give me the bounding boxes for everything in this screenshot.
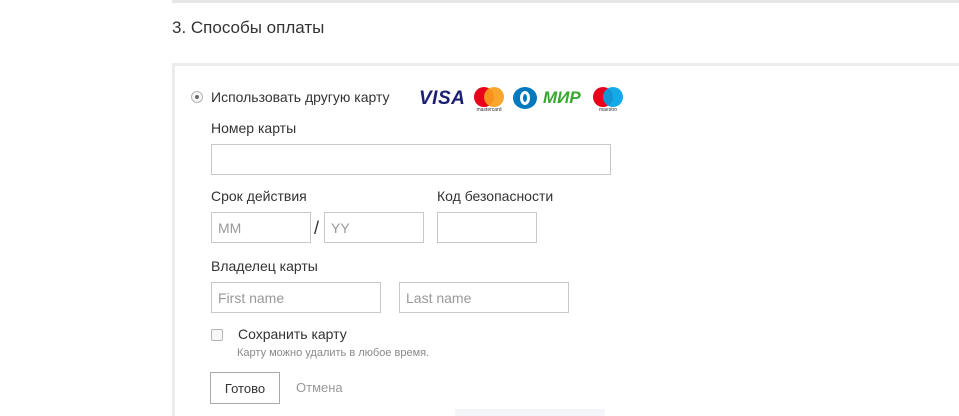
mir-logo: МИР <box>543 88 581 107</box>
security-code-input[interactable] <box>437 212 537 243</box>
security-code-label: Код безопасности <box>437 188 554 204</box>
cancel-link[interactable]: Отмена <box>296 380 343 395</box>
use-other-card-label[interactable]: Использовать другую карту <box>211 89 390 105</box>
diners-club-logo <box>513 87 537 109</box>
save-card-label[interactable]: Сохранить карту <box>238 326 347 342</box>
mastercard-caption: mastercard <box>476 107 502 113</box>
save-card-checkbox[interactable] <box>211 329 223 341</box>
use-other-card-radio[interactable] <box>191 91 203 103</box>
maestro-logo: maestro <box>591 87 625 115</box>
first-name-input[interactable]: First name <box>211 282 381 313</box>
expiry-label: Срок действия <box>211 188 307 204</box>
expiry-month-input[interactable]: MM <box>211 212 311 243</box>
mastercard-logo: mastercard <box>472 87 506 115</box>
done-button[interactable]: Готово <box>210 372 280 404</box>
expiry-separator: / <box>314 218 320 238</box>
card-owner-label: Владелец карты <box>211 258 318 274</box>
section-title: 3. Способы оплаты <box>172 18 325 37</box>
card-number-label: Номер карты <box>211 120 297 136</box>
visa-logo: VISA <box>419 88 466 109</box>
expiry-year-input[interactable]: YY <box>324 212 424 243</box>
last-name-input[interactable]: Last name <box>399 282 569 313</box>
maestro-caption: maestro <box>598 107 618 113</box>
save-card-hint: Карту можно удалить в любое время. <box>237 347 430 359</box>
card-number-input[interactable] <box>211 144 611 175</box>
top-divider <box>172 0 959 3</box>
faint-footer-strip <box>455 409 605 416</box>
